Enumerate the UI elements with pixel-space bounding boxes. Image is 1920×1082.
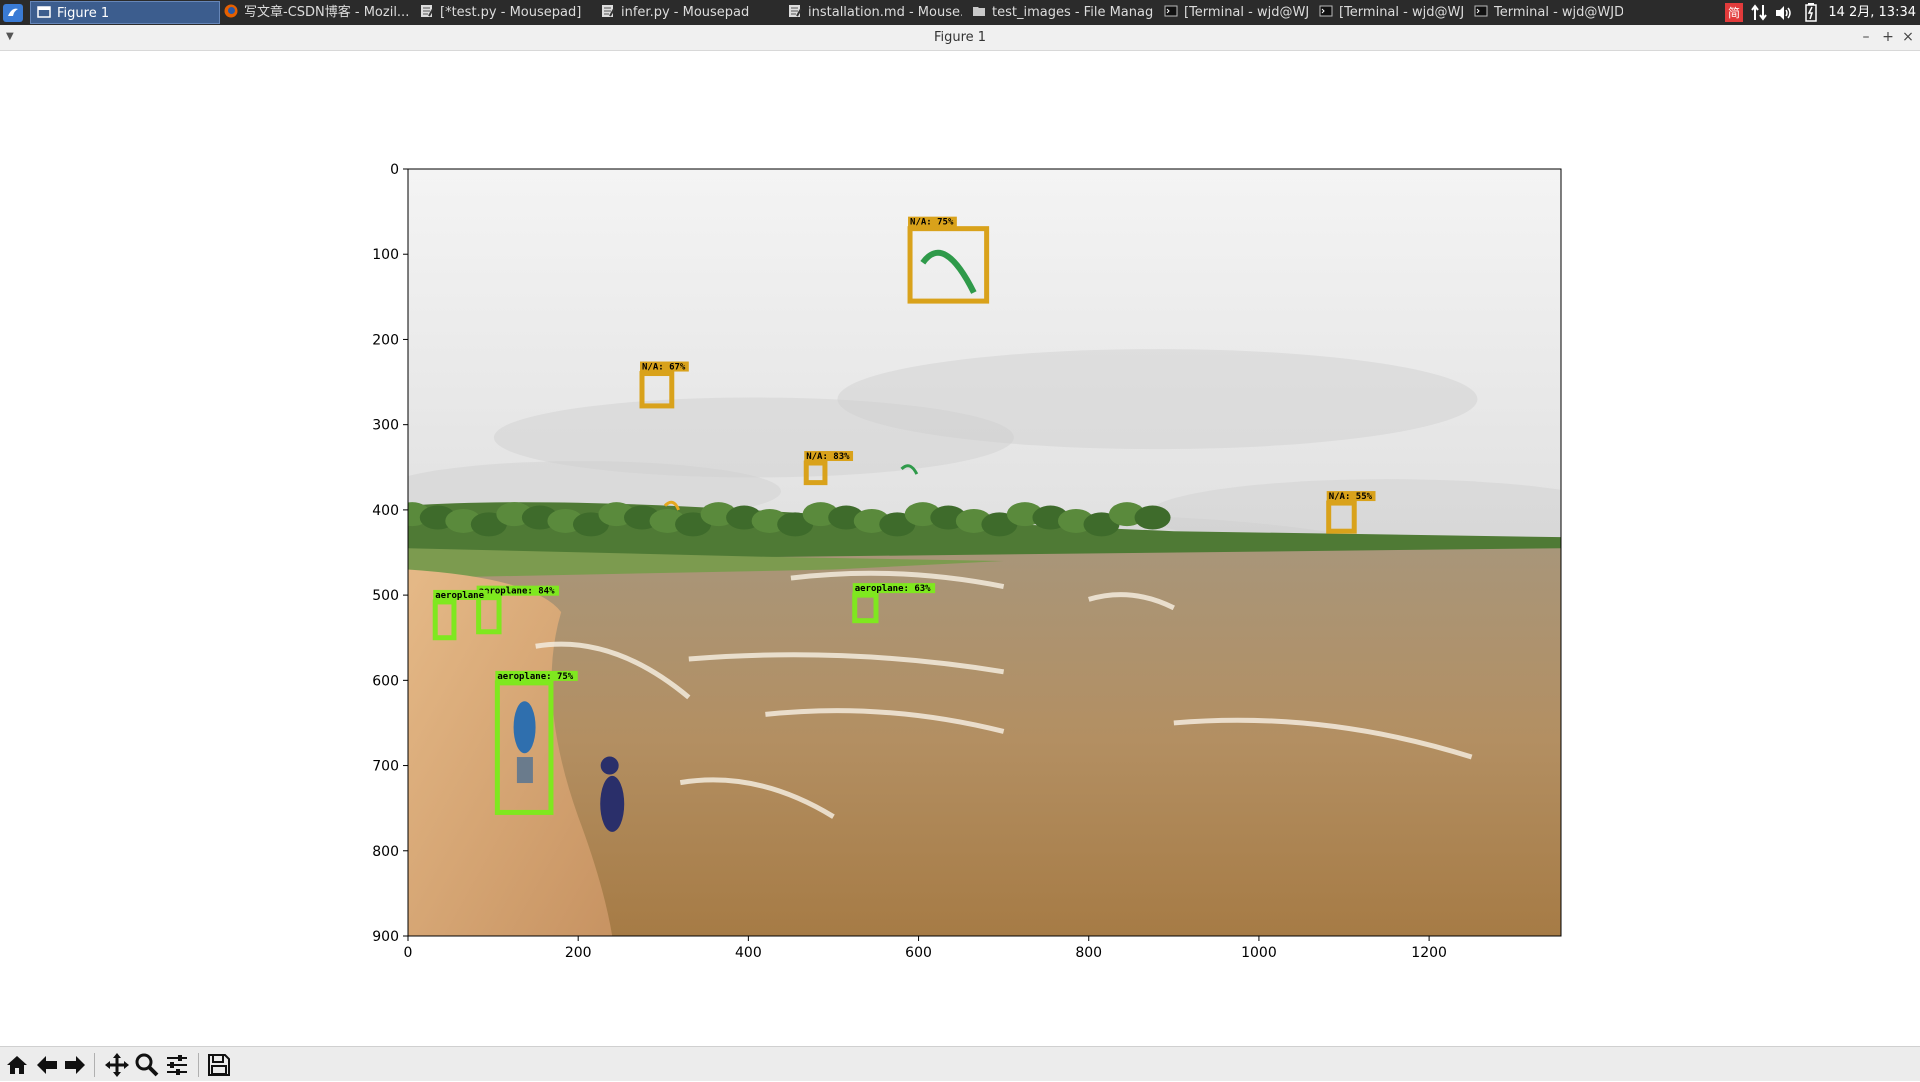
volume-icon[interactable] bbox=[1775, 5, 1793, 21]
y-tick-label: 0 bbox=[390, 162, 399, 178]
back-arrow-icon bbox=[37, 1056, 57, 1074]
taskbar-item-label: 写文章-CSDN博客 - Mozil... bbox=[244, 5, 410, 20]
text-editor-icon bbox=[602, 5, 615, 17]
x-tick-label: 400 bbox=[735, 945, 762, 961]
y-tick-label: 400 bbox=[372, 503, 399, 519]
y-tick-label: 700 bbox=[372, 759, 399, 775]
x-tick-label: 800 bbox=[1075, 945, 1102, 961]
detection-label: N/A: 55% bbox=[1329, 492, 1373, 502]
y-tick-label: 600 bbox=[372, 673, 399, 689]
text-editor-icon bbox=[421, 5, 434, 17]
x-tick-label: 200 bbox=[565, 945, 592, 961]
firefox-icon bbox=[224, 4, 238, 18]
terminal-icon bbox=[1319, 5, 1333, 17]
taskbar-item-label: Figure 1 bbox=[57, 6, 110, 21]
taskbar-item-label: [Terminal - wjd@WJD-PC... bbox=[1339, 5, 1465, 20]
x-tick-label: 0 bbox=[404, 945, 413, 961]
window-titlebar[interactable]: ▼ Figure 1 – + × bbox=[0, 25, 1920, 51]
maximize-button[interactable]: + bbox=[1878, 27, 1898, 47]
detection-label: aeroplane bbox=[435, 591, 484, 601]
y-tick-label: 100 bbox=[372, 247, 399, 263]
navigation-toolbar bbox=[0, 1046, 1920, 1081]
taskbar-item[interactable]: [Terminal - wjd@WJD-PC... bbox=[1158, 1, 1310, 24]
subplots-icon bbox=[167, 1055, 187, 1075]
network-icon[interactable] bbox=[1751, 4, 1767, 21]
svg-text:简: 简 bbox=[1728, 6, 1740, 20]
taskbar-item[interactable]: Terminal - wjd@WJD-PC: ... bbox=[1468, 1, 1623, 24]
zoom-icon bbox=[135, 1053, 159, 1077]
figure-canvas[interactable]: N/A: 75% N/A: 67% N/A: 83% N/A: 55% aeroplan… bbox=[0, 51, 1920, 1046]
detection-label: aeroplane: 75% bbox=[497, 672, 573, 682]
detection-label: aeroplane: 84% bbox=[479, 587, 555, 597]
input-method-icon[interactable]: 简 bbox=[1725, 3, 1743, 22]
taskbar-item[interactable]: [*test.py - Mousepad] bbox=[414, 1, 592, 24]
y-tick-label: 500 bbox=[372, 588, 399, 604]
home-button[interactable] bbox=[4, 1052, 30, 1078]
battery-icon[interactable] bbox=[1805, 3, 1817, 22]
forward-button[interactable] bbox=[62, 1052, 88, 1078]
close-button[interactable]: × bbox=[1898, 27, 1918, 47]
taskbar-item[interactable]: [Terminal - wjd@WJD-PC... bbox=[1313, 1, 1465, 24]
y-tick-label: 200 bbox=[372, 332, 399, 348]
plot-svg[interactable]: N/A: 75% N/A: 67% N/A: 83% N/A: 55% aeroplan… bbox=[0, 51, 1920, 1046]
taskbar-item[interactable]: test_images - File Manager bbox=[966, 1, 1154, 24]
toolbar-separator bbox=[198, 1053, 199, 1077]
subplots-button[interactable] bbox=[164, 1052, 190, 1078]
x-tick-label: 1000 bbox=[1241, 945, 1277, 961]
terminal-icon bbox=[1164, 5, 1178, 17]
save-button[interactable] bbox=[206, 1052, 232, 1078]
text-editor-icon bbox=[789, 5, 802, 17]
detection-label: N/A: 75% bbox=[910, 218, 954, 228]
taskbar-item[interactable]: 写文章-CSDN博客 - Mozil... bbox=[218, 1, 410, 24]
x-tick-label: 1200 bbox=[1411, 945, 1447, 961]
taskbar-item-label: Terminal - wjd@WJD-PC: ... bbox=[1494, 5, 1623, 20]
taskbar-item-label: test_images - File Manager bbox=[992, 5, 1154, 20]
distro-logo-icon bbox=[3, 4, 23, 22]
terminal-icon bbox=[1474, 5, 1488, 17]
taskbar-item-label: [*test.py - Mousepad] bbox=[440, 5, 582, 20]
pan-button[interactable] bbox=[104, 1052, 130, 1078]
taskbar-item-label: [Terminal - wjd@WJD-PC... bbox=[1184, 5, 1310, 20]
photo-image bbox=[408, 169, 1561, 936]
y-tick-label: 800 bbox=[372, 844, 399, 860]
start-menu-button[interactable] bbox=[2, 2, 24, 23]
detection-label: N/A: 67% bbox=[642, 363, 686, 373]
x-tick-label: 600 bbox=[905, 945, 932, 961]
minimize-button[interactable]: – bbox=[1856, 27, 1876, 47]
forward-arrow-icon bbox=[65, 1056, 85, 1074]
detection-label: N/A: 83% bbox=[806, 452, 850, 462]
back-button[interactable] bbox=[34, 1052, 60, 1078]
window-title: Figure 1 bbox=[933, 30, 987, 45]
taskbar: Figure 1 写文章-CSDN博客 - Mozil... [*test.py -… bbox=[0, 0, 1920, 25]
folder-icon bbox=[973, 7, 985, 16]
zoom-button[interactable] bbox=[134, 1052, 160, 1078]
y-tick-label: 900 bbox=[372, 929, 399, 945]
taskbar-item[interactable]: Figure 1 bbox=[30, 1, 220, 24]
home-icon bbox=[7, 1056, 27, 1074]
y-tick-label: 300 bbox=[372, 418, 399, 434]
taskbar-item[interactable]: installation.md - Mouse... bbox=[782, 1, 962, 24]
toolbar-separator bbox=[94, 1053, 95, 1077]
clock[interactable]: 14 2月, 13:34 bbox=[1828, 0, 1916, 25]
taskbar-item-label: infer.py - Mousepad bbox=[621, 5, 750, 20]
taskbar-item-label: installation.md - Mouse... bbox=[808, 5, 962, 20]
taskbar-item[interactable]: infer.py - Mousepad bbox=[595, 1, 779, 24]
pan-icon bbox=[105, 1053, 129, 1077]
detection-label: aeroplane: 63% bbox=[855, 584, 931, 594]
save-icon bbox=[208, 1054, 230, 1076]
window-icon bbox=[37, 6, 51, 18]
